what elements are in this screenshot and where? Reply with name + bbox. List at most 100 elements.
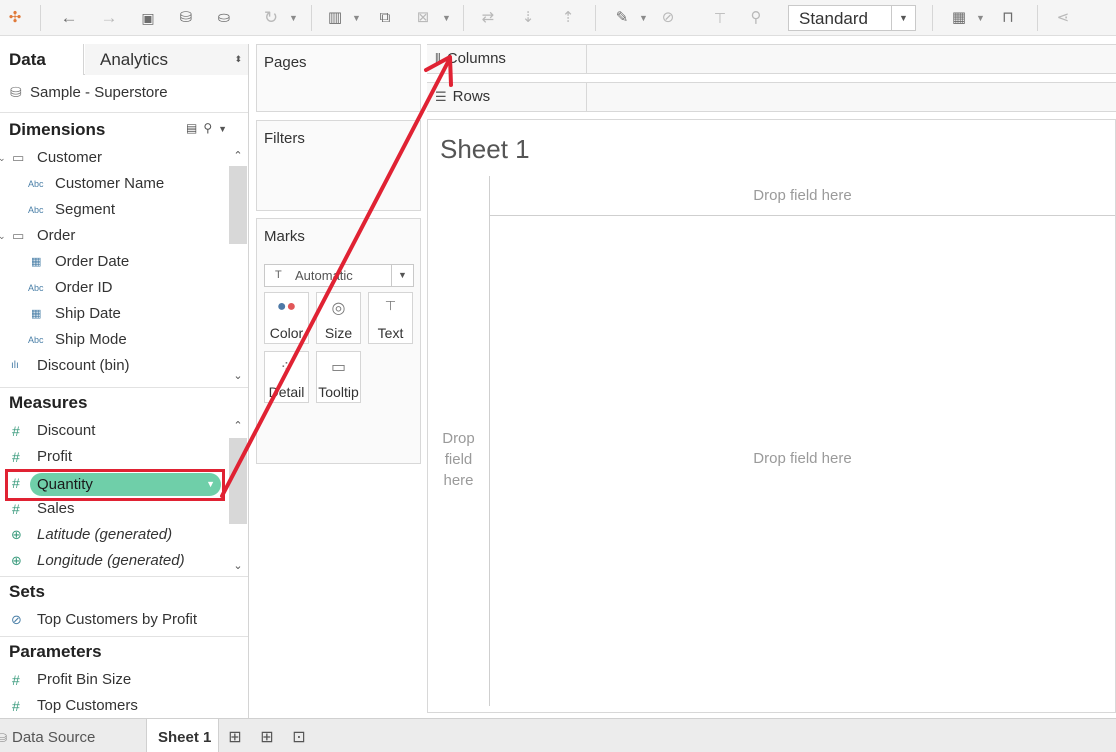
fix-axes-icon[interactable]: ⚲ [744,6,768,30]
dimensions-scrollbar[interactable]: ⌃ ⌄ [228,148,248,384]
divider [0,387,248,388]
rows-shelf[interactable]: ☰ Rows [427,82,1116,112]
toolbar-separator [40,5,41,31]
new-dashboard-icon[interactable]: ⊞ [252,719,282,752]
tab-data[interactable]: Data [0,44,84,75]
drop-zone-rows-line: field [444,451,473,468]
drop-zone-main[interactable]: Drop field here [490,450,1115,467]
folder-icon: ▭ [12,228,25,243]
measures-scrollbar[interactable]: ⌃ ⌄ [228,418,248,574]
scroll-down-icon[interactable]: ⌄ [228,558,248,574]
database-icon: ⛁ [0,731,8,745]
field-label: Order [37,227,76,244]
new-story-icon[interactable]: ⊡ [284,719,314,752]
filters-card[interactable]: Filters [256,120,421,211]
rows-label-box: ☰ Rows [427,83,587,111]
field-label: Sales [37,500,75,517]
sort-descending-icon[interactable]: ⇡ [556,6,580,30]
columns-label: Columns [446,50,506,67]
field-label: Profit Bin Size [37,671,132,688]
calendar-icon: ▦ [31,308,42,320]
data-pane: Data Analytics ⬍ ⛁ Sample - Superstore Di… [0,44,249,718]
new-worksheet-icon[interactable]: ⊞ [220,719,250,752]
view-size-select[interactable]: Standard ▼ [788,5,916,31]
tab-analytics[interactable]: Analytics ⬍ [85,44,248,75]
redo-icon[interactable]: → [97,6,121,30]
tab-analytics-label: Analytics [100,50,169,69]
color-mark-button[interactable]: ●● Color [264,292,309,344]
database-icon: ⛁ [10,84,22,100]
show-me-chart-icon[interactable]: ▦ [947,6,971,30]
list-view-icon[interactable]: ▤ [186,121,203,135]
search-icon[interactable]: ⚲ [203,121,218,135]
highlight-caret[interactable]: ▼ [639,8,648,28]
columns-shelf[interactable]: ⦀ Columns [427,44,1116,74]
swap-icon[interactable]: ⇄ [476,6,500,30]
sheet-tabs-bar: ⛁ Data Source Sheet 1 ⊞ ⊞ ⊡ [0,718,1116,752]
data-source-tab-label: Data Source [12,729,96,746]
field-label: Order ID [55,279,113,296]
mark-button-label: Tooltip [318,384,359,400]
scrollbar-thumb[interactable] [229,166,247,244]
toolbar-separator [595,5,596,31]
string-type-icon: Abc [28,283,44,293]
refresh-dropdown-caret[interactable]: ▼ [289,8,298,28]
clear-sheet-caret[interactable]: ▼ [442,8,451,28]
chevron-down-icon[interactable]: ▼ [391,265,413,286]
refresh-icon[interactable]: ↻ [259,6,283,30]
drop-zone-columns[interactable]: Drop field here [490,176,1115,216]
save-icon[interactable]: ▣ [136,6,160,30]
tooltip-mark-button[interactable]: ▭ Tooltip [316,351,361,403]
data-source-tab[interactable]: ⛁ Data Source [0,719,145,752]
highlight-icon[interactable]: ✎ [610,6,634,30]
sheet1-tab[interactable]: Sheet 1 [146,719,219,752]
new-worksheet-caret[interactable]: ▼ [352,8,361,28]
drop-zone-divider [489,176,490,706]
new-datasource-icon[interactable]: ⛁ [174,6,198,30]
rows-icon: ☰ [435,89,447,104]
dimensions-tools: ▤⚲▼ [186,121,233,135]
tableau-logo-icon[interactable]: ✣ [3,6,27,30]
chevron-down-icon[interactable]: ▼ [218,124,233,134]
mark-button-label: Detail [268,384,305,400]
group-icon[interactable]: ⊘ [656,6,680,30]
scroll-down-icon[interactable]: ⌄ [228,368,248,384]
sort-ascending-icon[interactable]: ⇣ [516,6,540,30]
string-type-icon: Abc [28,179,44,189]
new-worksheet-icon[interactable]: ▥ [323,6,347,30]
drop-zone-rows[interactable]: Drop field here [428,428,489,491]
text-mark-button[interactable]: ⊤ Text [368,292,413,344]
folder-expand-icon[interactable]: ⌄ [0,146,6,170]
sheet-canvas[interactable]: Sheet 1 Drop field here Drop field here … [427,119,1116,713]
share-icon[interactable]: ⋖ [1051,6,1075,30]
pages-card[interactable]: Pages [256,44,421,112]
pause-updates-icon[interactable]: ⛀ [212,6,236,30]
data-pane-tabs: Data Analytics ⬍ [0,44,248,75]
presentation-icon[interactable]: ⊓ [996,6,1020,30]
detail-mark-button[interactable]: ⁘ Detail [264,351,309,403]
folder-icon: ▭ [12,150,25,165]
undo-icon[interactable]: ← [57,6,81,30]
globe-icon: ⊕ [11,553,22,568]
duplicate-sheet-icon[interactable]: ⧉ [373,6,397,30]
string-type-icon: Abc [28,335,44,345]
drop-zone-rows-line: here [443,472,474,489]
number-type-icon: # [12,672,20,688]
number-type-icon: # [12,501,20,517]
sheet-title[interactable]: Sheet 1 [440,134,530,165]
toolbar-separator [311,5,312,31]
folder-expand-icon[interactable]: ⌄ [0,224,6,248]
scroll-up-icon[interactable]: ⌃ [228,148,248,164]
updown-icon[interactable]: ⬍ [234,44,242,75]
size-mark-button[interactable]: ◎ Size [316,292,361,344]
show-me-caret[interactable]: ▼ [976,8,985,28]
scrollbar-thumb[interactable] [229,438,247,524]
labels-icon[interactable]: ⊤ [708,6,732,30]
toolbar-separator [932,5,933,31]
size-icon: ◎ [331,300,346,317]
datasource-item[interactable]: ⛁ Sample - Superstore [10,84,168,101]
clear-sheet-icon[interactable]: ⊠ [411,6,435,30]
chevron-down-icon[interactable]: ▼ [891,6,915,30]
scroll-up-icon[interactable]: ⌃ [228,418,248,434]
mark-type-select[interactable]: T Automatic ▼ [264,264,414,287]
